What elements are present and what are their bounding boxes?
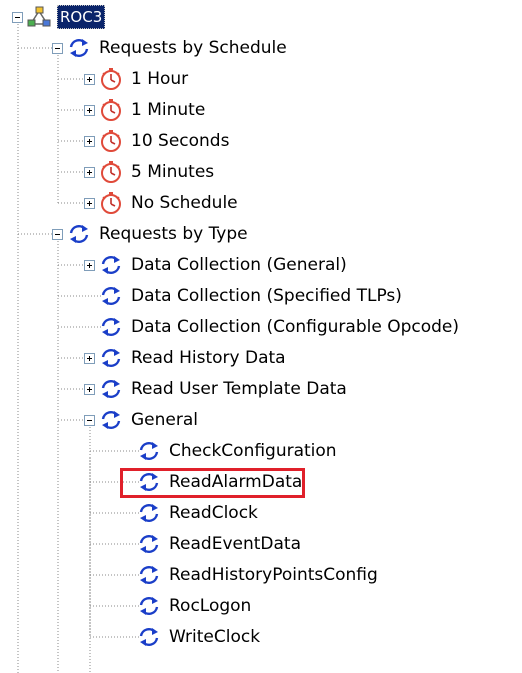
tree-node-label[interactable]: ReadEventData xyxy=(167,533,303,555)
highlight-box xyxy=(120,468,306,498)
tree-node-label[interactable]: General xyxy=(129,409,200,431)
tree-node-label[interactable]: 5 Minutes xyxy=(129,161,216,183)
timer-icon xyxy=(99,129,123,153)
tree-node-roc3[interactable]: ROC3 xyxy=(12,2,106,32)
timer-icon xyxy=(99,98,123,122)
expand-icon[interactable] xyxy=(84,166,95,178)
refresh-icon xyxy=(99,408,123,432)
refresh-icon xyxy=(99,346,123,370)
refresh-icon xyxy=(137,563,161,587)
expand-icon[interactable] xyxy=(84,104,95,116)
tree-node-requests-by-type[interactable]: Requests by Type xyxy=(52,219,250,249)
refresh-icon xyxy=(137,594,161,618)
tree-node-label[interactable]: Requests by Schedule xyxy=(97,37,289,59)
tree-node-roclogon[interactable]: RocLogon xyxy=(122,591,253,621)
refresh-icon xyxy=(137,501,161,525)
tree-node-10-seconds[interactable]: 10 Seconds xyxy=(84,126,231,156)
expand-icon[interactable] xyxy=(84,259,95,271)
tree-node-label[interactable]: ReadClock xyxy=(167,502,260,524)
collapse-icon[interactable] xyxy=(52,42,63,54)
tree-node-label[interactable]: 1 Minute xyxy=(129,99,207,121)
tree-node-label[interactable]: Data Collection (Specified TLPs) xyxy=(129,285,404,307)
timer-icon xyxy=(99,191,123,215)
tree-node-5-minutes[interactable]: 5 Minutes xyxy=(84,157,216,187)
tree-node-readhistorypointsconfig[interactable]: ReadHistoryPointsConfig xyxy=(122,560,380,590)
tree-node-label[interactable]: Data Collection (General) xyxy=(129,254,349,276)
tree-node-label[interactable]: Requests by Type xyxy=(97,223,250,245)
timer-icon xyxy=(99,160,123,184)
refresh-icon xyxy=(67,222,91,246)
tree-node-label[interactable]: CheckConfiguration xyxy=(167,440,339,462)
refresh-icon xyxy=(99,315,123,339)
tree-node-label[interactable]: ReadHistoryPointsConfig xyxy=(167,564,380,586)
collapse-icon[interactable] xyxy=(52,228,63,240)
tree-node-checkconfiguration[interactable]: CheckConfiguration xyxy=(122,436,339,466)
refresh-icon xyxy=(99,253,123,277)
expand-icon[interactable] xyxy=(84,73,95,85)
tree-node-label[interactable]: ROC3 xyxy=(57,5,106,29)
expand-icon[interactable] xyxy=(84,352,95,364)
tree-view[interactable]: ROC3 Requests by Schedule 1 Hour 1 Minut… xyxy=(0,0,522,673)
tree-node-1-hour[interactable]: 1 Hour xyxy=(84,64,190,94)
tree-node-readclock[interactable]: ReadClock xyxy=(122,498,260,528)
tree-node-label[interactable]: Read History Data xyxy=(129,347,288,369)
tree-node-label[interactable]: RocLogon xyxy=(167,595,253,617)
tree-node-readeventdata[interactable]: ReadEventData xyxy=(122,529,303,559)
refresh-icon xyxy=(67,36,91,60)
collapse-icon[interactable] xyxy=(84,414,95,426)
tree-node-data-collection-specified-tlps[interactable]: Data Collection (Specified TLPs) xyxy=(84,281,404,311)
refresh-icon xyxy=(99,284,123,308)
tree-node-label[interactable]: No Schedule xyxy=(129,192,240,214)
expand-icon[interactable] xyxy=(84,197,95,209)
tree-node-writeclock[interactable]: WriteClock xyxy=(122,622,262,652)
tree-node-general[interactable]: General xyxy=(84,405,200,435)
refresh-icon xyxy=(137,625,161,649)
tree-node-read-user-template-data[interactable]: Read User Template Data xyxy=(84,374,349,404)
tree-node-1-minute[interactable]: 1 Minute xyxy=(84,95,207,125)
refresh-icon xyxy=(137,532,161,556)
refresh-icon xyxy=(99,377,123,401)
tree-node-data-collection-configurable-opcode[interactable]: Data Collection (Configurable Opcode) xyxy=(84,312,461,342)
expand-icon[interactable] xyxy=(84,383,95,395)
tree-node-requests-by-schedule[interactable]: Requests by Schedule xyxy=(52,33,289,63)
tree-node-read-history-data[interactable]: Read History Data xyxy=(84,343,288,373)
timer-icon xyxy=(99,67,123,91)
network-icon xyxy=(27,5,51,29)
tree-node-data-collection-general[interactable]: Data Collection (General) xyxy=(84,250,349,280)
tree-node-label[interactable]: 10 Seconds xyxy=(129,130,231,152)
expand-icon[interactable] xyxy=(84,135,95,147)
refresh-icon xyxy=(137,439,161,463)
collapse-icon[interactable] xyxy=(12,11,23,23)
tree-node-label[interactable]: Read User Template Data xyxy=(129,378,349,400)
tree-node-label[interactable]: 1 Hour xyxy=(129,68,190,90)
tree-node-label[interactable]: WriteClock xyxy=(167,626,262,648)
tree-node-no-schedule[interactable]: No Schedule xyxy=(84,188,240,218)
tree-node-label[interactable]: Data Collection (Configurable Opcode) xyxy=(129,316,461,338)
